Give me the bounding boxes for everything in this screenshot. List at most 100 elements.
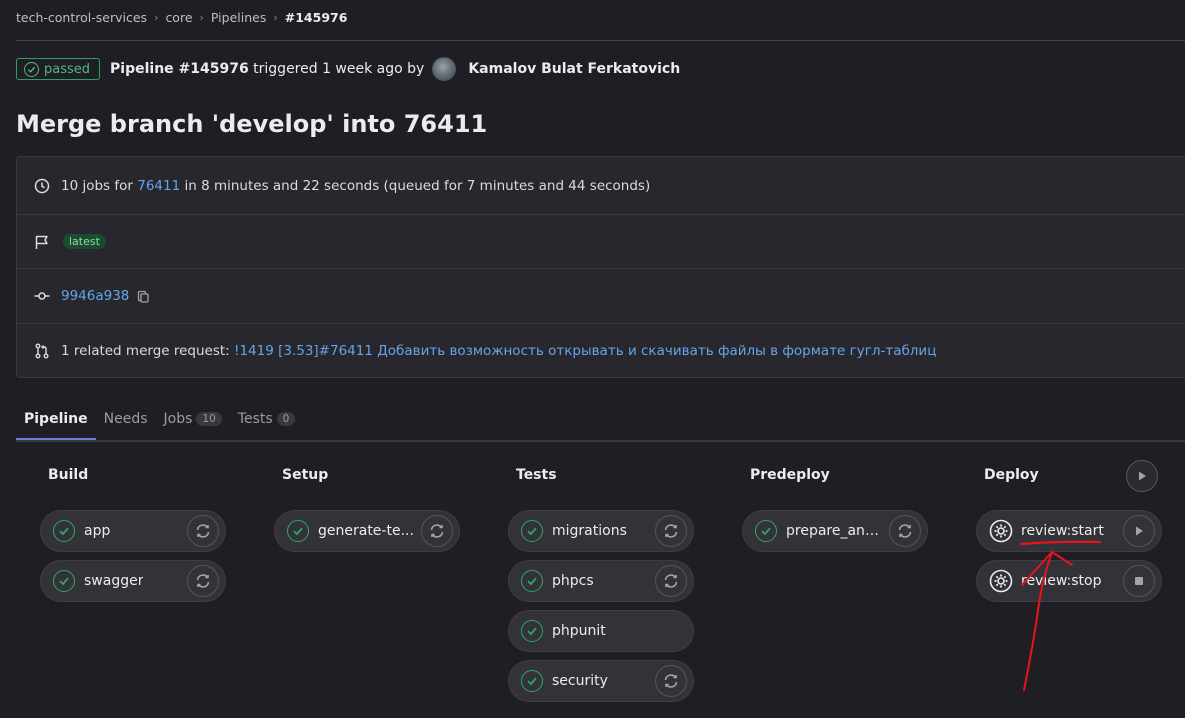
- job-name: generate-te...: [318, 523, 414, 539]
- retry-button[interactable]: [655, 515, 687, 547]
- pipeline-summary: Pipeline #145976 triggered 1 week ago by: [110, 61, 424, 77]
- check-circle-icon: [53, 520, 75, 542]
- job-name: swagger: [84, 573, 144, 589]
- retry-icon: [196, 524, 210, 538]
- merge-request-icon: [33, 342, 51, 360]
- job-prepare[interactable]: prepare_and_...: [742, 510, 928, 552]
- stop-button[interactable]: [1123, 565, 1155, 597]
- tab-needs[interactable]: Needs: [96, 398, 156, 440]
- flag-icon: [33, 233, 51, 251]
- check-circle-icon: [24, 61, 39, 77]
- check-circle-icon: [521, 620, 543, 642]
- copy-icon[interactable]: [136, 289, 150, 303]
- breadcrumb: tech-control-services › core › Pipelines…: [16, 8, 347, 26]
- retry-button[interactable]: [655, 565, 687, 597]
- commit-icon: [33, 287, 51, 305]
- job-name: app: [84, 523, 111, 539]
- job-review-stop[interactable]: review:stop: [976, 560, 1162, 602]
- job-name: review:start: [1021, 523, 1104, 539]
- count-badge: 0: [276, 412, 296, 426]
- tag-row: latest: [17, 215, 1185, 268]
- retry-button[interactable]: [889, 515, 921, 547]
- page-title: Merge branch 'develop' into 76411: [16, 110, 488, 138]
- play-icon: [1136, 526, 1143, 536]
- retry-button[interactable]: [187, 515, 219, 547]
- check-circle-icon: [521, 520, 543, 542]
- retry-icon: [664, 574, 678, 588]
- job-migrations[interactable]: migrations: [508, 510, 694, 552]
- divider: [16, 440, 1185, 442]
- retry-icon: [898, 524, 912, 538]
- mr-prefix: 1 related merge request:: [61, 343, 230, 359]
- stage-title-predeploy: Predeploy: [750, 467, 830, 483]
- pipeline-tabs: Pipeline Needs Jobs 10 Tests 0: [16, 398, 303, 440]
- gear-icon: [989, 519, 1013, 543]
- job-name: phpunit: [552, 623, 606, 639]
- author-name[interactable]: Kamalov Bulat Ferkatovich: [468, 61, 680, 77]
- triggered-text: triggered 1 week ago by: [253, 61, 425, 77]
- breadcrumb-current[interactable]: #145976: [285, 10, 348, 25]
- chevron-right-icon: ›: [273, 10, 278, 24]
- job-name: phpcs: [552, 573, 594, 589]
- chevron-right-icon: ›: [199, 10, 204, 24]
- stage-title-deploy: Deploy: [984, 467, 1039, 483]
- breadcrumb-pipelines[interactable]: Pipelines: [211, 10, 266, 25]
- retry-button[interactable]: [655, 665, 687, 697]
- retry-icon: [196, 574, 210, 588]
- jobs-suffix: in 8 minutes and 22 seconds (queued for …: [184, 177, 651, 194]
- commit-row: 9946a938: [17, 269, 1185, 323]
- retry-icon: [664, 674, 678, 688]
- commit-sha-link[interactable]: 9946a938: [61, 288, 129, 304]
- pipeline-id: Pipeline #145976: [110, 61, 249, 77]
- tab-tests[interactable]: Tests 0: [230, 398, 304, 440]
- tab-label: Pipeline: [24, 411, 88, 427]
- job-app[interactable]: app: [40, 510, 226, 552]
- play-all-manual-button[interactable]: [1126, 460, 1158, 492]
- pipeline-header: passed Pipeline #145976 triggered 1 week…: [16, 57, 680, 81]
- tag-latest-badge[interactable]: latest: [63, 234, 106, 249]
- retry-icon: [430, 524, 444, 538]
- avatar[interactable]: [432, 57, 457, 81]
- stop-icon: [1135, 577, 1143, 585]
- breadcrumb-core[interactable]: core: [165, 10, 192, 25]
- job-phpcs[interactable]: phpcs: [508, 560, 694, 602]
- job-name: review:stop: [1021, 573, 1102, 589]
- check-circle-icon: [521, 670, 543, 692]
- branch-link[interactable]: 76411: [137, 178, 180, 194]
- stage-title-tests: Tests: [516, 467, 557, 483]
- stage-title-setup: Setup: [282, 467, 329, 483]
- status-badge[interactable]: passed: [16, 58, 101, 80]
- jobs-prefix: 10 jobs for: [61, 177, 133, 194]
- job-review-start[interactable]: review:start: [976, 510, 1162, 552]
- tab-label: Tests: [237, 411, 273, 427]
- stage-title-build: Build: [48, 467, 89, 483]
- check-circle-icon: [521, 570, 543, 592]
- play-icon: [1139, 471, 1146, 481]
- retry-button[interactable]: [187, 565, 219, 597]
- clock-icon: [33, 177, 51, 195]
- job-security[interactable]: security: [508, 660, 694, 702]
- tab-jobs[interactable]: Jobs 10: [156, 398, 230, 440]
- retry-icon: [664, 524, 678, 538]
- divider: [16, 40, 1185, 41]
- job-name: prepare_and_...: [786, 523, 886, 539]
- job-swagger[interactable]: swagger: [40, 560, 226, 602]
- tab-label: Jobs: [163, 411, 193, 427]
- play-button[interactable]: [1123, 515, 1155, 547]
- job-phpunit[interactable]: phpunit: [508, 610, 694, 652]
- check-circle-icon: [53, 570, 75, 592]
- gear-icon: [989, 569, 1013, 593]
- count-badge: 10: [196, 412, 222, 426]
- merge-request-row: 1 related merge request: !1419 [3.53]#76…: [17, 324, 1185, 378]
- status-label: passed: [44, 61, 91, 77]
- job-name: security: [552, 673, 608, 689]
- breadcrumb-project[interactable]: tech-control-services: [16, 10, 147, 25]
- merge-request-link[interactable]: !1419 [3.53]#76411 Добавить возможность …: [234, 343, 936, 359]
- tab-pipeline[interactable]: Pipeline: [16, 398, 96, 440]
- tab-label: Needs: [103, 411, 148, 427]
- job-generate[interactable]: generate-te...: [274, 510, 460, 552]
- chevron-right-icon: ›: [154, 10, 159, 24]
- jobs-summary-row: 10 jobs for 76411 in 8 minutes and 22 se…: [17, 157, 1185, 214]
- retry-button[interactable]: [421, 515, 453, 547]
- pipeline-info-panel: 10 jobs for 76411 in 8 minutes and 22 se…: [16, 156, 1185, 378]
